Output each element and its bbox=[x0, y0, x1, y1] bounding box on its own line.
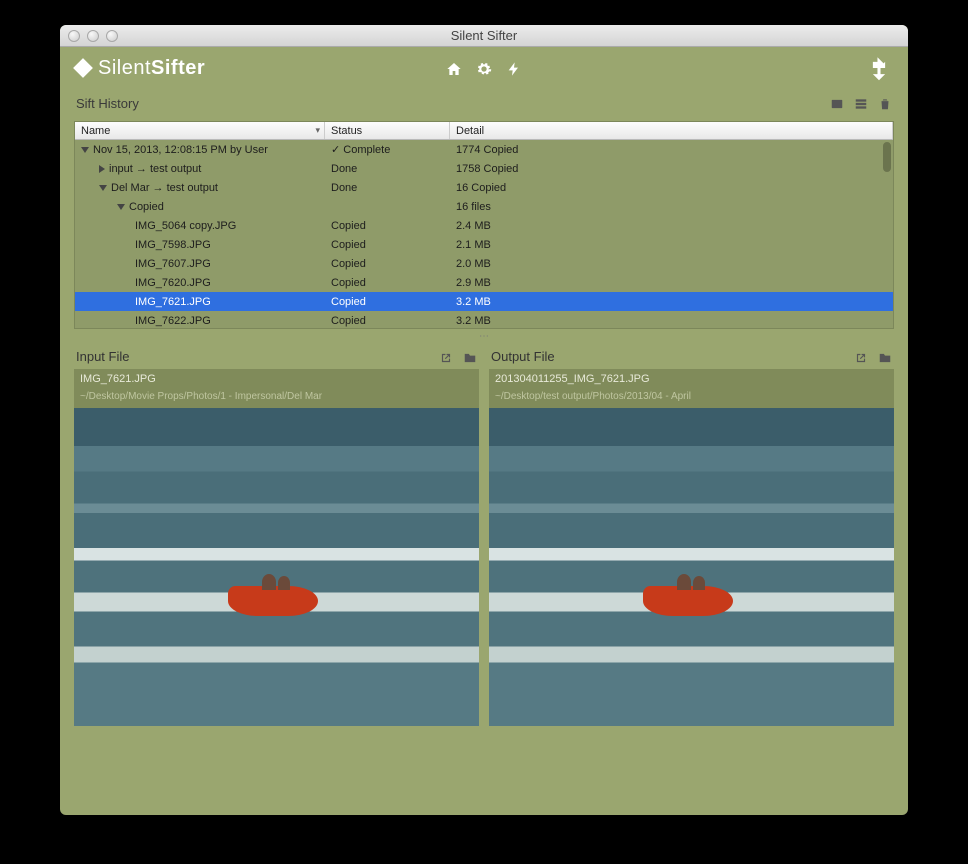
cell-name: IMG_7622.JPG bbox=[75, 315, 325, 327]
cell-status: Copied bbox=[325, 239, 450, 251]
app-window: Silent Sifter SilentSifter Sift History bbox=[60, 25, 908, 815]
input-file-label: Input File bbox=[76, 349, 129, 364]
output-file-label: Output File bbox=[491, 349, 555, 364]
cell-detail: 1774 Copied bbox=[450, 144, 893, 156]
scrollbar-thumb[interactable] bbox=[883, 142, 891, 172]
window-title: Silent Sifter bbox=[60, 28, 908, 43]
preview-row: Input File IMG_7621.JPG ~/Desktop/Movie … bbox=[60, 344, 908, 739]
output-file-path: ~/Desktop/test output/Photos/2013/04 - A… bbox=[489, 389, 894, 408]
column-detail[interactable]: Detail bbox=[450, 122, 893, 139]
cell-status: Done bbox=[325, 182, 450, 194]
column-status[interactable]: Status bbox=[325, 122, 450, 139]
output-pane-header: Output File bbox=[489, 344, 894, 368]
table-row[interactable]: IMG_7622.JPG Copied3.2 MB bbox=[75, 311, 893, 329]
cell-status: Copied bbox=[325, 220, 450, 232]
table-body[interactable]: Nov 15, 2013, 12:08:15 PM by User ✓ Compl… bbox=[75, 140, 893, 329]
folder-icon[interactable] bbox=[878, 348, 892, 364]
cell-name: IMG_7607.JPG bbox=[75, 258, 325, 270]
folder-icon[interactable] bbox=[463, 348, 477, 364]
titlebar: Silent Sifter bbox=[60, 25, 908, 47]
app-header: SilentSifter bbox=[60, 47, 908, 89]
table-row[interactable]: IMG_7620.JPG Copied2.9 MB bbox=[75, 273, 893, 292]
cell-name: input → test output bbox=[75, 163, 325, 175]
cell-status: Copied bbox=[325, 296, 450, 308]
row-name-text: Nov 15, 2013, 12:08:15 PM by User bbox=[93, 144, 268, 156]
cell-status: Copied bbox=[325, 258, 450, 270]
cell-name: IMG_5064 copy.JPG bbox=[75, 220, 325, 232]
cell-detail: 16 files bbox=[450, 201, 893, 213]
gear-icon[interactable] bbox=[476, 58, 492, 79]
expand-icon[interactable] bbox=[866, 57, 892, 77]
app-name: SilentSifter bbox=[98, 57, 205, 80]
home-icon[interactable] bbox=[446, 58, 462, 79]
open-external-icon[interactable] bbox=[854, 348, 868, 364]
chevron-down-icon[interactable] bbox=[99, 185, 107, 191]
cell-name: Copied bbox=[75, 201, 325, 213]
table-row[interactable]: Nov 15, 2013, 12:08:15 PM by User ✓ Compl… bbox=[75, 140, 893, 159]
splitter-grip[interactable]: ⋯ bbox=[60, 329, 908, 344]
table-row[interactable]: Del Mar → test output Done16 Copied bbox=[75, 178, 893, 197]
row-name-text: Del Mar → test output bbox=[111, 182, 218, 194]
header-center-icons bbox=[446, 58, 522, 79]
row-name-text: IMG_7621.JPG bbox=[135, 296, 211, 308]
cell-detail: 2.0 MB bbox=[450, 258, 893, 270]
table-row[interactable]: IMG_7607.JPG Copied2.0 MB bbox=[75, 254, 893, 273]
cell-name: Del Mar → test output bbox=[75, 182, 325, 194]
cell-detail: 1758 Copied bbox=[450, 163, 893, 175]
header-right bbox=[866, 55, 892, 81]
row-name-text: IMG_7598.JPG bbox=[135, 239, 211, 251]
app-name-light: Silent bbox=[98, 57, 151, 79]
row-name-text: Copied bbox=[129, 201, 164, 213]
cell-detail: 2.4 MB bbox=[450, 220, 893, 232]
cell-detail: 3.2 MB bbox=[450, 296, 893, 308]
input-file-pane: Input File IMG_7621.JPG ~/Desktop/Movie … bbox=[74, 344, 479, 725]
section-header: Sift History bbox=[60, 89, 908, 115]
cell-name: Nov 15, 2013, 12:08:15 PM by User bbox=[75, 144, 325, 156]
cell-name: IMG_7620.JPG bbox=[75, 277, 325, 289]
cell-name: IMG_7621.JPG bbox=[75, 296, 325, 308]
sort-indicator-icon: ▾ bbox=[315, 125, 320, 136]
cell-status: Copied bbox=[325, 277, 450, 289]
output-file-name: 201304011255_IMG_7621.JPG bbox=[489, 369, 894, 389]
cell-status: Done bbox=[325, 163, 450, 175]
table-row[interactable]: IMG_7598.JPG Copied2.1 MB bbox=[75, 235, 893, 254]
input-file-path: ~/Desktop/Movie Props/Photos/1 - Imperso… bbox=[74, 389, 479, 408]
cell-name: IMG_7598.JPG bbox=[75, 239, 325, 251]
view-card-icon[interactable] bbox=[830, 95, 844, 111]
table-row[interactable]: IMG_5064 copy.JPG Copied2.4 MB bbox=[75, 216, 893, 235]
cell-detail: 16 Copied bbox=[450, 182, 893, 194]
input-image-preview bbox=[74, 408, 479, 726]
cell-detail: 2.9 MB bbox=[450, 277, 893, 289]
lightning-icon[interactable] bbox=[506, 58, 522, 79]
cell-status: ✓ Complete bbox=[325, 143, 450, 156]
input-pane-header: Input File bbox=[74, 344, 479, 368]
cell-detail: 3.2 MB bbox=[450, 315, 893, 327]
row-name-text: input → test output bbox=[109, 163, 201, 175]
app-name-bold: Sifter bbox=[151, 57, 205, 79]
section-title: Sift History bbox=[76, 96, 139, 111]
row-name-text: IMG_7622.JPG bbox=[135, 315, 211, 327]
open-external-icon[interactable] bbox=[439, 348, 453, 364]
history-table: Name ▾ Status Detail Nov 15, 2013, 12:08… bbox=[74, 121, 894, 329]
cell-status: Copied bbox=[325, 315, 450, 327]
chevron-down-icon[interactable] bbox=[117, 204, 125, 210]
chevron-down-icon[interactable] bbox=[81, 147, 89, 153]
view-list-icon[interactable] bbox=[854, 95, 868, 111]
row-name-text: IMG_7607.JPG bbox=[135, 258, 211, 270]
column-name[interactable]: Name ▾ bbox=[75, 122, 325, 139]
table-header: Name ▾ Status Detail bbox=[75, 122, 893, 140]
output-file-pane: Output File 201304011255_IMG_7621.JPG ~/… bbox=[489, 344, 894, 725]
table-row[interactable]: IMG_7621.JPG Copied3.2 MB bbox=[75, 292, 893, 311]
input-file-name: IMG_7621.JPG bbox=[74, 369, 479, 389]
output-image-preview bbox=[489, 408, 894, 726]
table-row[interactable]: Copied 16 files bbox=[75, 197, 893, 216]
row-name-text: IMG_7620.JPG bbox=[135, 277, 211, 289]
table-row[interactable]: input → test output Done1758 Copied bbox=[75, 159, 893, 178]
app-logo-icon bbox=[73, 58, 93, 78]
row-name-text: IMG_5064 copy.JPG bbox=[135, 220, 236, 232]
cell-detail: 2.1 MB bbox=[450, 239, 893, 251]
trash-icon[interactable] bbox=[878, 95, 892, 111]
chevron-right-icon[interactable] bbox=[99, 165, 105, 173]
